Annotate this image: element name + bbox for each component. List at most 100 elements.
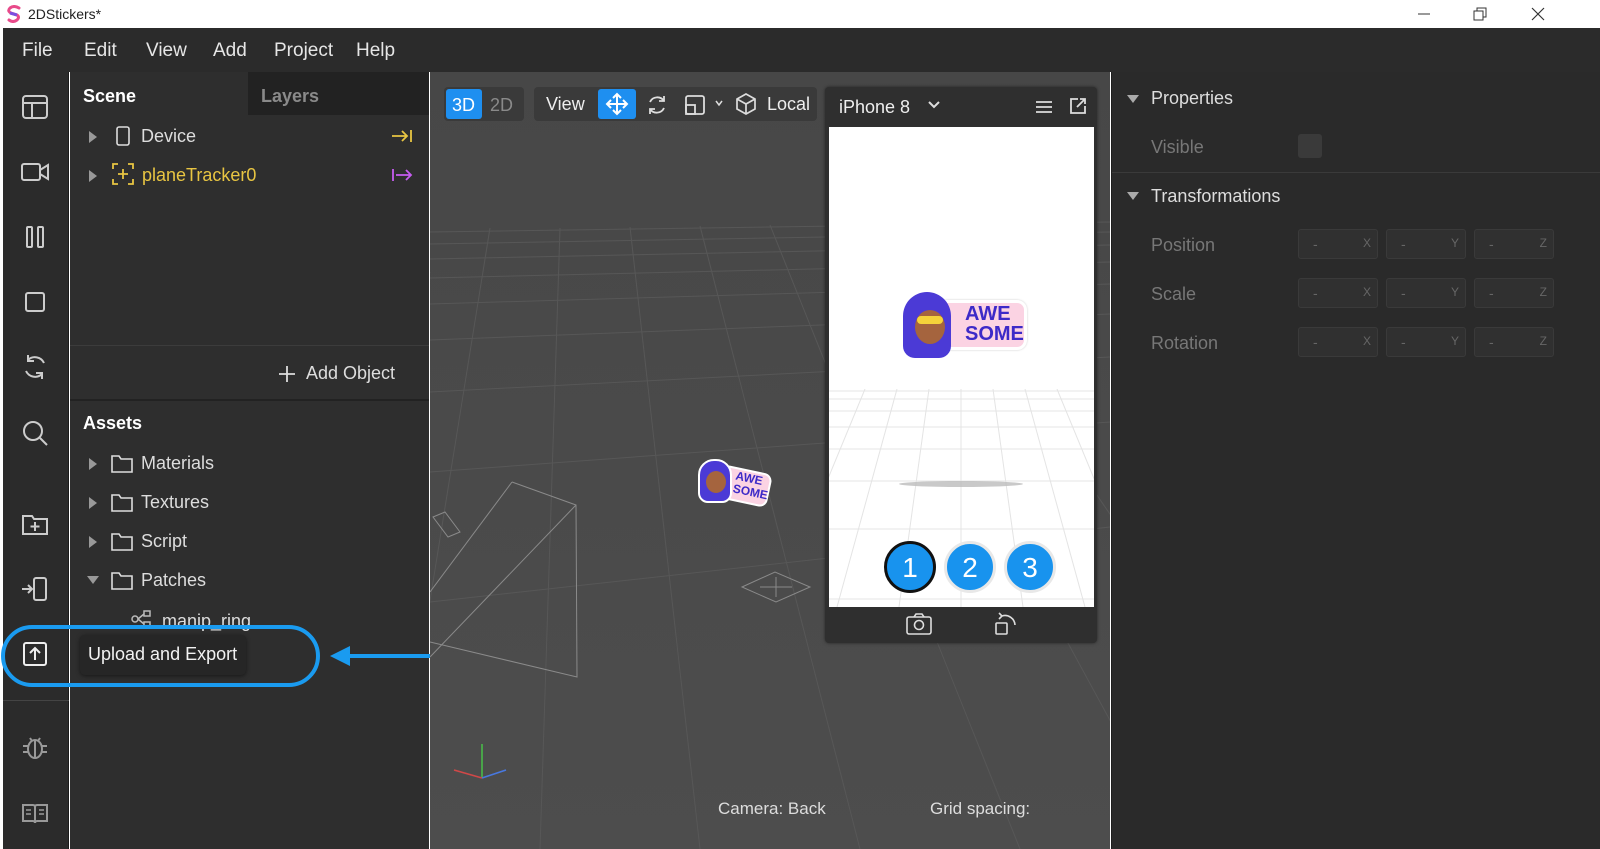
option-label: 2 [962, 552, 978, 583]
search-icon[interactable] [20, 418, 50, 448]
menu-view[interactable]: View [146, 40, 187, 62]
pause-icon[interactable] [20, 222, 50, 252]
folder-icon [111, 533, 133, 551]
chevron-down-icon[interactable] [927, 100, 941, 110]
option-label: 3 [1022, 552, 1038, 583]
divider [70, 345, 429, 346]
plane-tracker-icon [112, 163, 134, 185]
asset-item-script[interactable]: Script [70, 524, 429, 560]
square-icon[interactable] [20, 287, 50, 317]
switch-camera-icon[interactable] [905, 611, 933, 637]
plus-icon [279, 366, 295, 382]
track-right-icon[interactable] [390, 165, 414, 185]
option-button-1[interactable]: 1 [884, 541, 936, 593]
sticker-3d[interactable]: AWE SOME [696, 457, 774, 515]
refresh-icon[interactable] [20, 352, 50, 382]
add-object-button[interactable]: Add Object [275, 360, 415, 390]
asset-item-label: Script [141, 531, 188, 551]
external-link-icon[interactable] [1068, 96, 1088, 116]
tab-scene[interactable]: Scene [83, 86, 136, 107]
asset-item-patches[interactable]: Patches [70, 563, 429, 599]
transformations-title: Transformations [1151, 186, 1281, 206]
add-folder-icon[interactable] [20, 509, 50, 539]
import-device-icon[interactable] [20, 574, 50, 604]
menu-bar: File Edit View Add Project Help [3, 28, 1600, 72]
properties-title: Properties [1151, 88, 1234, 108]
book-icon[interactable] [20, 798, 50, 828]
cube-icon [736, 93, 756, 115]
tab-layers[interactable]: Layers [261, 86, 319, 107]
asset-item-materials[interactable]: Materials [70, 446, 429, 482]
expand-arrow-icon[interactable] [88, 496, 98, 510]
menu-add[interactable]: Add [213, 40, 247, 62]
transform-toolbar: View Local [534, 87, 817, 121]
device-select[interactable]: iPhone 8 [839, 97, 910, 118]
minimize-icon[interactable] [1416, 6, 1432, 22]
restore-icon[interactable] [1472, 6, 1488, 22]
scale-z-field[interactable]: -Z [1474, 278, 1554, 308]
add-object-label: Add Object [306, 363, 396, 383]
scene-item-label: planeTracker0 [142, 165, 257, 185]
scale-y-field[interactable]: -Y [1386, 278, 1466, 308]
menu-help[interactable]: Help [356, 40, 395, 62]
tool-sidebar [3, 72, 69, 849]
app-logo-icon [7, 5, 21, 23]
visible-label: Visible [1151, 137, 1204, 157]
chevron-down-icon[interactable] [715, 99, 723, 109]
expand-arrow-icon[interactable] [88, 169, 98, 183]
rotation-z-field[interactable]: -Z [1474, 327, 1554, 357]
device-simulator: iPhone 8 AWE SOME 1 2 3 [825, 87, 1097, 643]
menu-project[interactable]: Project [274, 40, 333, 62]
local-toggle[interactable]: Local [767, 94, 810, 115]
divider [1112, 172, 1600, 173]
scene-item-label: Device [141, 126, 197, 146]
folder-icon [111, 494, 133, 512]
rotation-y-field[interactable]: -Y [1386, 327, 1466, 357]
visible-checkbox[interactable] [1298, 134, 1322, 158]
close-icon[interactable] [1530, 6, 1546, 22]
window-title: 2DStickers* [28, 6, 102, 22]
expand-arrow-icon[interactable] [88, 457, 98, 471]
view-button[interactable]: View [546, 94, 585, 115]
collapse-arrow-icon[interactable] [1126, 94, 1140, 104]
scene-item-device[interactable]: Device [70, 119, 429, 155]
asset-item-label: Patches [141, 570, 207, 590]
collapse-arrow-icon[interactable] [86, 575, 100, 585]
position-z-field[interactable]: -Z [1474, 229, 1554, 259]
assets-title: Assets [83, 413, 143, 433]
scene-item-plane-tracker[interactable]: planeTracker0 [70, 158, 429, 194]
rotation-x-field[interactable]: -X [1298, 327, 1378, 357]
layout-icon[interactable] [20, 92, 50, 122]
asset-item-label: Textures [141, 492, 210, 512]
device-icon [116, 126, 130, 146]
move-tool-button[interactable] [598, 89, 636, 119]
mode-2d-button[interactable]: 2D [490, 95, 513, 116]
menu-icon[interactable] [1034, 98, 1054, 116]
rotate-device-icon[interactable] [993, 611, 1019, 637]
camera-icon[interactable] [20, 157, 50, 187]
rotation-label: Rotation [1151, 333, 1219, 353]
collapse-arrow-icon[interactable] [1126, 191, 1140, 201]
menu-edit[interactable]: Edit [84, 40, 117, 62]
option-button-3[interactable]: 3 [1004, 541, 1056, 593]
menu-file[interactable]: File [22, 40, 53, 62]
scale-x-field[interactable]: -X [1298, 278, 1378, 308]
option-button-2[interactable]: 2 [944, 541, 996, 593]
position-x-field[interactable]: -X [1298, 229, 1378, 259]
scale-label: Scale [1151, 284, 1197, 304]
position-y-field[interactable]: -Y [1386, 229, 1466, 259]
mode-3d-label: 3D [452, 95, 476, 115]
viewport[interactable]: AWE SOME 3D 2D View Local iPhone 8 AWE S… [430, 72, 1110, 849]
grid-spacing-label: Grid spacing: [930, 799, 1031, 818]
option-label: 1 [902, 552, 918, 583]
expand-arrow-icon[interactable] [88, 130, 98, 144]
expand-arrow-icon[interactable] [88, 535, 98, 549]
asset-item-textures[interactable]: Textures [70, 485, 429, 521]
focus-right-icon[interactable] [390, 126, 414, 146]
mode-3d-button[interactable]: 3D [446, 89, 482, 119]
properties-panel: Properties Visible Transformations Posit… [1111, 72, 1600, 849]
bug-icon[interactable] [20, 732, 50, 762]
scale-tool-icon[interactable] [683, 93, 707, 117]
rotate-tool-icon[interactable] [645, 93, 669, 117]
device-screen[interactable]: AWE SOME 1 2 3 [829, 127, 1094, 607]
